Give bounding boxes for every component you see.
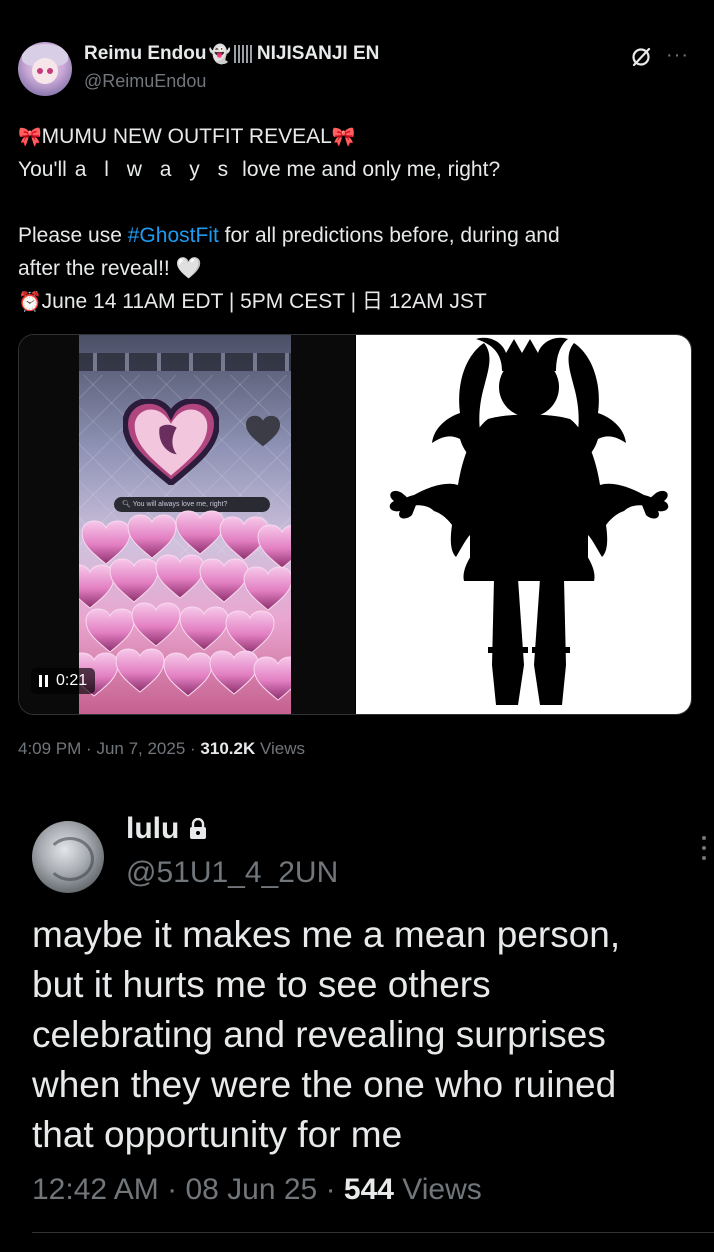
quoted-view-count: 544	[343, 1173, 394, 1206]
hearts-pile	[79, 510, 291, 701]
hashtag-link[interactable]: #GhostFit	[128, 224, 219, 247]
author-affiliation: NIJISANJI EN	[256, 43, 380, 64]
heart-portrait-icon	[123, 399, 219, 485]
quoted-metadata: 12:42 AM · 08 Jun 25 · 544 Views	[32, 1173, 482, 1206]
media-grid: 🔍︎ You will always love me, right? 0:21	[18, 334, 692, 715]
video-player[interactable]: 🔍︎ You will always love me, right? 0:21	[19, 335, 355, 714]
more-options-icon[interactable]: ···	[666, 44, 689, 67]
outfit-silhouette-icon	[389, 337, 669, 705]
quoted-views-label: Views	[402, 1173, 482, 1206]
quoted-text-line: celebrating and revealing surprises	[32, 1014, 606, 1055]
grok-icon[interactable]	[630, 46, 652, 68]
post-line-4: after the reveal!! 🤍	[18, 257, 202, 280]
author-display-name: Reimu Endou	[84, 43, 207, 64]
view-count: 310.2K	[200, 739, 256, 758]
quoted-text-line: but it hurts me to see others	[32, 964, 491, 1005]
post-line-1: 🎀MUMU NEW OUTFIT REVEAL🎀	[18, 125, 356, 148]
author-handle[interactable]: @ReimuEndou	[84, 71, 206, 92]
quoted-text-line: maybe it makes me a mean person,	[32, 914, 621, 955]
bow-emoji: 🎀	[18, 127, 42, 148]
divider	[32, 1232, 714, 1233]
quoted-text-line: that opportunity for me	[32, 1114, 403, 1155]
flag-icon	[233, 45, 254, 63]
bow-emoji: 🎀	[331, 127, 356, 148]
post-line-3: Please use #GhostFit for all predictions…	[18, 224, 560, 247]
author-avatar[interactable]	[18, 42, 72, 96]
quoted-post-text: maybe it makes me a mean person, but it …	[32, 910, 702, 1160]
silhouette-image[interactable]	[356, 335, 691, 714]
post-metadata: 4:09 PM · Jun 7, 2025 · 310.2K Views	[18, 739, 306, 758]
quoted-time[interactable]: 12:42 AM	[32, 1173, 159, 1206]
quoted-avatar[interactable]	[32, 821, 104, 893]
post-text: 🎀MUMU NEW OUTFIT REVEAL🎀 You'll a l w a y…	[18, 120, 698, 318]
quoted-date[interactable]: 08 Jun 25	[185, 1173, 317, 1206]
lock-icon	[190, 818, 207, 839]
quoted-display-name: lulu	[126, 812, 180, 845]
quoted-author-name[interactable]: lulu	[126, 812, 207, 846]
video-duration: 0:21	[56, 672, 88, 689]
chain-decoration	[79, 353, 291, 371]
alarm-clock-emoji: ⏰	[18, 292, 42, 313]
white-heart-emoji: 🤍	[175, 257, 202, 280]
video-timer[interactable]: 0:21	[31, 668, 96, 694]
author-name[interactable]: Reimu Endou 👻 NIJISANJI EN	[84, 43, 379, 65]
video-frame: 🔍︎ You will always love me, right?	[79, 335, 291, 714]
post-time[interactable]: 4:09 PM	[18, 739, 81, 758]
views-label: Views	[259, 739, 306, 758]
small-heart-icon	[245, 415, 281, 447]
search-icon: 🔍︎	[122, 501, 131, 508]
pause-icon[interactable]	[39, 675, 48, 687]
post-line-2: You'll a l w a y s love me and only me, ri…	[18, 158, 501, 181]
quoted-handle[interactable]: @51U1_4_2UN	[126, 856, 338, 890]
more-options-vertical-icon[interactable]	[700, 836, 708, 862]
ghost-emoji: 👻	[208, 43, 231, 64]
post-date[interactable]: Jun 7, 2025	[96, 739, 185, 758]
quoted-text-line: when they were the one who ruined	[32, 1064, 617, 1105]
post-line-5: ⏰June 14 11AM EDT | 5PM CEST | 日 12AM JS…	[18, 290, 487, 313]
